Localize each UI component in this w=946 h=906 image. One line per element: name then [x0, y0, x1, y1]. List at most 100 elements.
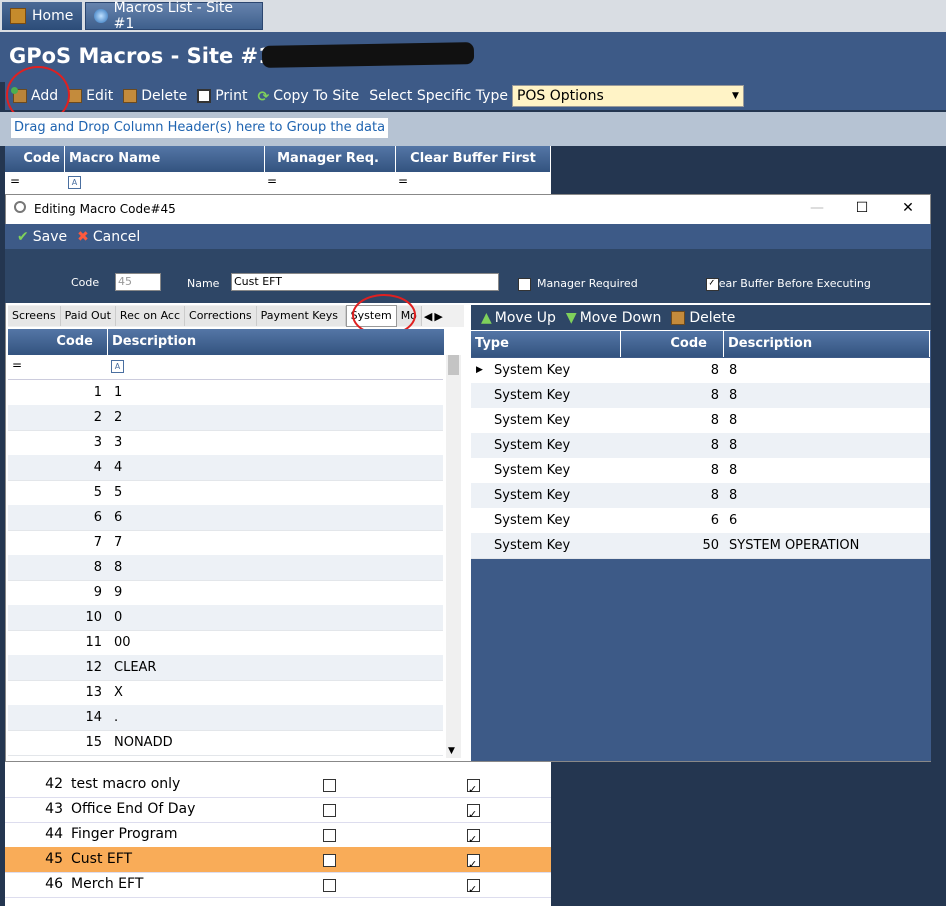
manager-checkbox[interactable] — [323, 854, 336, 867]
move-up-button[interactable]: Move Up — [495, 310, 556, 326]
cell-type: System Key — [494, 538, 571, 553]
list-item[interactable]: 12 CLEAR — [8, 655, 443, 681]
close-button[interactable]: ✕ — [891, 197, 925, 219]
list-item[interactable]: 88 — [8, 555, 443, 581]
tab-corrections[interactable]: Corrections — [185, 306, 257, 326]
tab-payment-keys[interactable]: Payment Keys — [256, 306, 346, 326]
list-item[interactable]: 77 — [8, 530, 443, 556]
delete-button[interactable]: Delete — [123, 88, 187, 104]
list-item[interactable]: 11 — [8, 380, 443, 406]
save-button[interactable]: Save — [33, 229, 67, 245]
tab-screens[interactable]: Screens — [8, 306, 61, 326]
list-item[interactable]: 66 — [8, 505, 443, 531]
col-header-description[interactable]: Description — [724, 331, 930, 357]
table-row[interactable]: 42 test macro only — [5, 772, 551, 802]
table-row[interactable]: 43 Office End Of Day — [5, 797, 551, 827]
list-item[interactable]: 15 NONADD — [8, 730, 443, 756]
list-item[interactable]: 55 — [8, 480, 443, 506]
col-header-manager-req[interactable]: Manager Req. — [265, 146, 396, 172]
list-item[interactable]: 33 — [8, 430, 443, 456]
cancel-button[interactable]: Cancel — [93, 229, 140, 245]
type-select[interactable]: POS Options ▼ — [511, 85, 744, 107]
table-row[interactable]: System Key 8 8 — [471, 383, 930, 409]
table-row[interactable]: System Key 8 8 — [471, 433, 930, 459]
cell-code: 15 — [85, 735, 102, 750]
clear-buffer-checkbox[interactable] — [467, 852, 480, 877]
table-row[interactable]: 44 Finger Program — [5, 822, 551, 852]
minimize-button[interactable]: — — [800, 197, 834, 219]
col-header-code[interactable]: Code — [621, 331, 724, 357]
tab-macros-list[interactable]: Macros List - Site #1 — [85, 0, 263, 32]
table-row[interactable]: System Key 8 8 — [471, 458, 930, 484]
filter-text-icon[interactable]: A — [111, 360, 124, 373]
move-down-button[interactable]: Move Down — [580, 310, 662, 326]
cell-desc: 8 — [729, 363, 738, 378]
table-row[interactable]: System Key 6 6 — [471, 508, 930, 534]
redaction-scribble — [261, 42, 475, 68]
code-field[interactable]: 45 — [115, 273, 161, 291]
col-header-type[interactable]: Type — [471, 331, 621, 357]
cell-desc: 8 — [729, 438, 738, 453]
list-item[interactable]: 13 X — [8, 680, 443, 706]
name-field[interactable]: Cust EFT — [231, 273, 499, 291]
col-header-code[interactable]: Code — [8, 329, 108, 355]
cell-code: 14 — [85, 710, 102, 725]
table-row[interactable]: System Key 8 8 — [471, 408, 930, 434]
cell-desc: 2 — [114, 410, 123, 425]
scrollbar-thumb[interactable] — [448, 355, 459, 375]
dropdown-arrow-icon: ▼ — [732, 91, 739, 101]
list-item[interactable]: 44 — [8, 455, 443, 481]
maximize-button[interactable]: ☐ — [845, 197, 879, 219]
list-item[interactable]: 14. — [8, 705, 443, 731]
col-header-clear-buffer[interactable]: Clear Buffer First — [396, 146, 551, 172]
manager-checkbox[interactable] — [323, 879, 336, 892]
copy-to-site-button[interactable]: ⟳ Copy To Site — [257, 88, 359, 105]
tab-rec-on-acc[interactable]: Rec on Acc — [115, 306, 186, 326]
print-button[interactable]: Print — [197, 88, 247, 104]
table-row-selected[interactable]: 45 Cust EFT — [5, 847, 551, 877]
filter-equals-icon[interactable]: = — [398, 174, 408, 188]
tab-paid-out[interactable]: Paid Out — [60, 306, 116, 326]
cell-code: 4 — [93, 460, 102, 475]
cell-code: 13 — [85, 685, 102, 700]
table-row[interactable]: System Key 8 8 — [471, 483, 930, 509]
filter-text-icon[interactable]: A — [68, 176, 81, 189]
tab-scroll-left-icon[interactable]: ◀ — [424, 310, 432, 323]
select-type-label: Select Specific Type — [369, 88, 508, 104]
tab-scroll-right-icon[interactable]: ▶ — [434, 310, 442, 323]
list-item[interactable]: 99 — [8, 580, 443, 606]
list-item[interactable]: 22 — [8, 405, 443, 431]
edit-button[interactable]: Edit — [68, 88, 113, 104]
cell-code: 50 — [702, 538, 719, 553]
clear-buffer-checkbox[interactable] — [467, 777, 480, 802]
manager-checkbox[interactable] — [323, 829, 336, 842]
list-item[interactable]: 11 00 — [8, 630, 443, 656]
cell-desc: NONADD — [114, 735, 173, 750]
delete-sequence-button[interactable]: Delete — [689, 310, 735, 326]
manager-checkbox[interactable] — [323, 779, 336, 792]
vertical-scrollbar[interactable]: ▼ — [446, 355, 461, 758]
table-row[interactable]: 46 Merch EFT — [5, 872, 551, 902]
table-row[interactable]: ▶ System Key 8 8 — [471, 358, 930, 384]
cell-type: System Key — [494, 413, 571, 428]
scroll-down-icon[interactable]: ▼ — [448, 746, 455, 756]
manager-required-checkbox[interactable] — [518, 278, 531, 291]
list-item[interactable]: 10 0 — [8, 605, 443, 631]
tab-home[interactable]: Home — [2, 2, 82, 30]
cell-desc: 1 — [114, 385, 123, 400]
edit-icon — [68, 89, 83, 103]
col-header-description[interactable]: Description — [108, 329, 445, 355]
filter-equals-icon[interactable]: = — [10, 174, 20, 188]
dialog-title: Editing Macro Code#45 — [34, 202, 176, 216]
clear-buffer-checkbox[interactable] — [467, 877, 480, 902]
manager-checkbox[interactable] — [323, 804, 336, 817]
cell-type: System Key — [494, 513, 571, 528]
table-row[interactable]: System Key 50 SYSTEM OPERATION — [471, 533, 930, 559]
col-header-code[interactable]: Code — [5, 146, 65, 172]
col-header-macro-name[interactable]: Macro Name — [65, 146, 265, 172]
clear-buffer-checkbox[interactable] — [467, 827, 480, 852]
cell-desc: 8 — [729, 388, 738, 403]
filter-equals-icon[interactable]: = — [12, 358, 22, 372]
clear-buffer-checkbox[interactable] — [467, 802, 480, 827]
filter-equals-icon[interactable]: = — [267, 174, 277, 188]
